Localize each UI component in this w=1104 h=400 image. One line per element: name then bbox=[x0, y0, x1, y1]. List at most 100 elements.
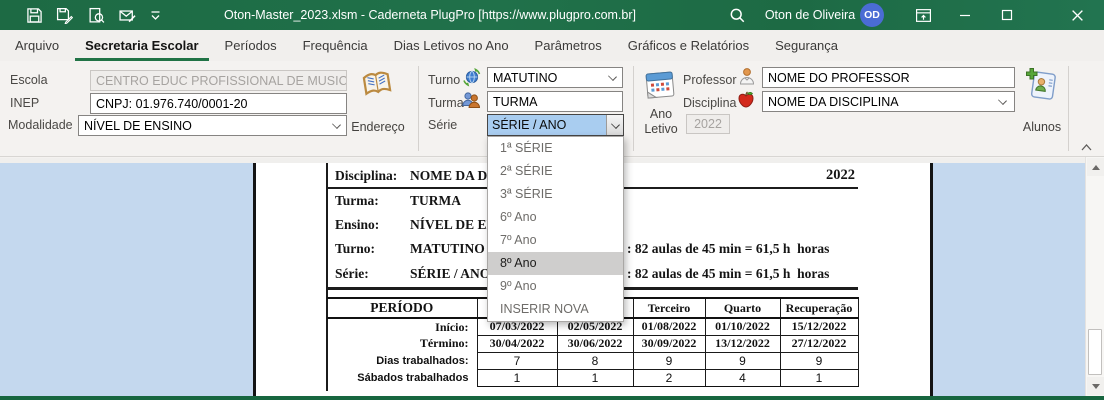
turno-label: Turno bbox=[428, 73, 460, 87]
tab-parametros[interactable]: Parâmetros bbox=[522, 30, 615, 61]
serie-dropdown-list: 1ª SÉRIE 2ª SÉRIE 3ª SÉRIE 6º Ano 7º Ano… bbox=[487, 136, 624, 322]
modalidade-dropdown[interactable]: NÍVEL DE ENSINO bbox=[78, 115, 347, 136]
chevron-down-icon bbox=[608, 72, 617, 81]
ano-letivo-field: 2022 bbox=[686, 114, 730, 134]
close-button[interactable] bbox=[1060, 0, 1094, 30]
triangle-up-icon bbox=[1092, 165, 1100, 170]
serie-option[interactable]: 3ª SÉRIE bbox=[488, 183, 623, 206]
ribbon-display-options-icon[interactable] bbox=[915, 7, 932, 24]
triangle-down-icon bbox=[1092, 384, 1100, 389]
inep-label: INEP bbox=[10, 96, 39, 110]
cell: 13/12/2022 bbox=[705, 335, 780, 352]
alunos-button[interactable]: Alunos bbox=[1012, 120, 1072, 135]
print-preview-icon[interactable] bbox=[88, 7, 105, 24]
header-terceiro: Terceiro bbox=[633, 298, 705, 318]
disciplina-value: NOME DA DISCIPLINA bbox=[768, 95, 899, 109]
cell: 8 bbox=[557, 352, 633, 369]
doc-label: Turno: bbox=[335, 241, 375, 257]
professor-field[interactable]: NOME DO PROFESSOR bbox=[762, 67, 1015, 88]
maximize-button[interactable] bbox=[990, 0, 1024, 30]
person-icon bbox=[738, 67, 756, 86]
inep-field[interactable]: CNPJ: 01.976.740/0001-20 bbox=[90, 93, 347, 114]
row-label: Dias trabalhados: bbox=[327, 352, 477, 369]
cell: 01/08/2022 bbox=[633, 318, 705, 335]
ribbon-tab-bar: Arquivo Secretaria Escolar Períodos Freq… bbox=[0, 30, 1104, 61]
page-left-border bbox=[253, 163, 256, 396]
serie-combobox[interactable]: SÉRIE / ANO bbox=[487, 114, 624, 136]
serie-option[interactable]: 2ª SÉRIE bbox=[488, 160, 623, 183]
doc-label: Turma: bbox=[335, 193, 379, 209]
vertical-scrollbar[interactable] bbox=[1085, 157, 1104, 396]
minimize-button[interactable] bbox=[948, 0, 982, 30]
doc-hours-text: : 82 aulas de 45 min = 61,5 h horas bbox=[627, 266, 829, 282]
serie-dropdown-button[interactable] bbox=[606, 115, 623, 135]
table-row: Dias trabalhados: 7 8 9 9 9 bbox=[327, 352, 858, 369]
disciplina-dropdown[interactable]: NOME DA DISCIPLINA bbox=[762, 91, 1015, 112]
cell: 30/09/2022 bbox=[633, 335, 705, 352]
student-card-icon[interactable] bbox=[1024, 67, 1060, 103]
collapse-ribbon-icon[interactable] bbox=[1080, 139, 1093, 149]
people-icon bbox=[461, 90, 481, 110]
cell: 27/12/2022 bbox=[780, 335, 858, 352]
tab-frequencia[interactable]: Frequência bbox=[290, 30, 381, 61]
turma-field[interactable]: TURMA bbox=[487, 91, 623, 112]
doc-value: SÉRIE / ANO bbox=[410, 266, 490, 282]
endereco-button[interactable]: Endereço bbox=[336, 120, 420, 135]
scroll-up-button[interactable] bbox=[1087, 158, 1104, 176]
cell: 4 bbox=[705, 369, 780, 386]
turno-dropdown[interactable]: MATUTINO bbox=[487, 67, 623, 88]
search-icon[interactable] bbox=[729, 7, 746, 24]
user-name[interactable]: Oton de Oliveira bbox=[762, 0, 858, 30]
doc-year: 2022 bbox=[780, 167, 855, 184]
tab-secretaria-escolar[interactable]: Secretaria Escolar bbox=[72, 30, 211, 61]
group-divider bbox=[633, 66, 634, 151]
group-divider bbox=[1068, 66, 1069, 151]
globe-sync-icon bbox=[462, 68, 481, 87]
row-label: Sábados trabalhados bbox=[327, 369, 477, 386]
turno-value: MATUTINO bbox=[493, 71, 557, 85]
cell: 9 bbox=[780, 352, 858, 369]
tab-seguranca[interactable]: Segurança bbox=[762, 30, 851, 61]
row-label: Término: bbox=[327, 335, 477, 352]
scrollbar-thumb[interactable] bbox=[1088, 329, 1102, 375]
qat-customize-icon[interactable] bbox=[149, 7, 162, 24]
professor-label: Professor bbox=[683, 73, 737, 87]
row-label: Início: bbox=[327, 318, 477, 335]
tab-graficos-relatorios[interactable]: Gráficos e Relatórios bbox=[615, 30, 762, 61]
turma-label: Turma bbox=[428, 96, 464, 110]
window-bottom-edge bbox=[0, 396, 1104, 400]
tab-periodos[interactable]: Períodos bbox=[212, 30, 290, 61]
doc-label: Ensino: bbox=[335, 217, 379, 233]
serie-option[interactable]: INSERIR NOVA bbox=[488, 298, 623, 321]
scroll-down-button[interactable] bbox=[1087, 377, 1104, 395]
apple-icon bbox=[736, 90, 756, 110]
chevron-down-icon bbox=[611, 120, 620, 129]
save-icon[interactable] bbox=[26, 7, 43, 24]
doc-hours-text: : 82 aulas de 45 min = 61,5 h horas bbox=[627, 241, 829, 257]
serie-option[interactable]: 7º Ano bbox=[488, 229, 623, 252]
tab-dias-letivos[interactable]: Dias Letivos no Ano bbox=[381, 30, 522, 61]
cell: 1 bbox=[557, 369, 633, 386]
calendar-icon[interactable] bbox=[644, 69, 676, 101]
avatar[interactable]: OD bbox=[860, 3, 884, 27]
serie-option[interactable]: 1ª SÉRIE bbox=[488, 137, 623, 160]
cell: 7 bbox=[477, 352, 557, 369]
escola-label: Escola bbox=[10, 73, 48, 87]
email-icon[interactable] bbox=[119, 7, 136, 24]
save-as-icon[interactable] bbox=[56, 7, 73, 24]
serie-option[interactable]: 9º Ano bbox=[488, 275, 623, 298]
cell: 30/06/2022 bbox=[557, 335, 633, 352]
tab-arquivo[interactable]: Arquivo bbox=[2, 30, 72, 61]
table-row: Término: 30/04/2022 30/06/2022 30/09/202… bbox=[327, 335, 858, 352]
serie-option[interactable]: 6º Ano bbox=[488, 206, 623, 229]
cell: 1 bbox=[477, 369, 557, 386]
ano-letivo-line1: Ano bbox=[636, 107, 686, 122]
title-bar: Oton-Master_2023.xlsm - Caderneta PlugPr… bbox=[0, 0, 1104, 30]
doc-label: Disciplina: bbox=[335, 168, 397, 184]
cell: 2 bbox=[633, 369, 705, 386]
serie-option-highlighted[interactable]: 8º Ano bbox=[488, 252, 623, 275]
address-book-icon[interactable] bbox=[360, 68, 394, 100]
ano-letivo-button[interactable]: Ano Letivo bbox=[636, 107, 686, 136]
header-recuperacao: Recuperação bbox=[780, 298, 858, 318]
header-quarto: Quarto bbox=[705, 298, 780, 318]
